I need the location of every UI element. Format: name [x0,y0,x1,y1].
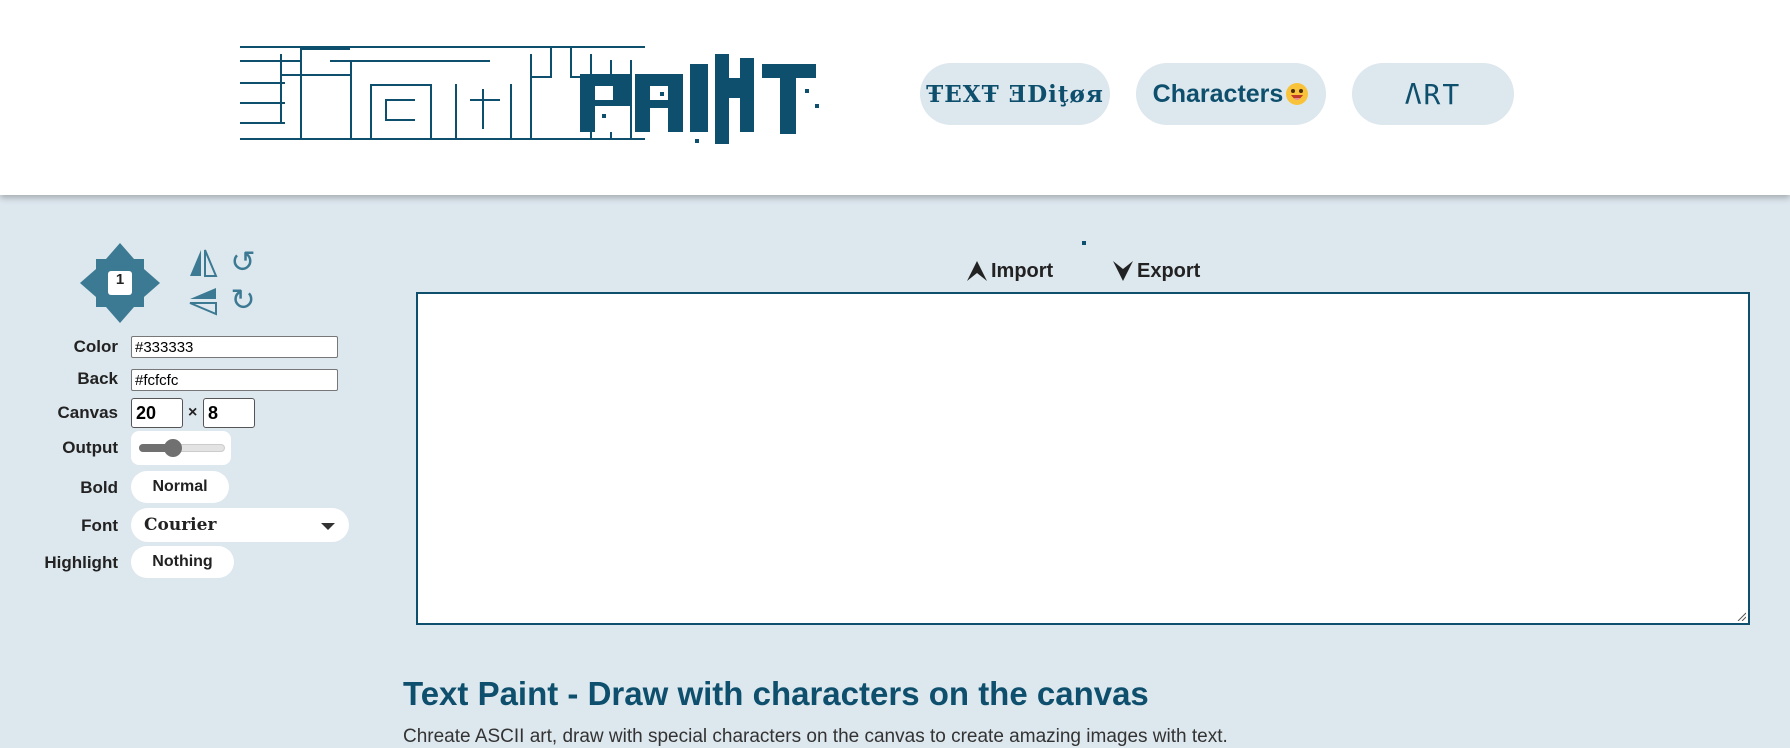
nav-text-editor-label: ŦEXŦ ƎDiţøя [926,80,1104,108]
output-slider-thumb[interactable] [164,439,183,457]
nav-characters-label: Characters [1152,79,1284,108]
back-label: Back [77,369,118,388]
rotate-cw-icon[interactable]: ↻ [228,286,258,316]
smiley-emoji-icon [1286,83,1309,105]
canvas-times-sign: × [188,404,198,421]
rotate-ccw-icon[interactable]: ↺ [228,248,258,278]
export-arrow-icon [1113,261,1133,281]
export-button[interactable]: Export [1111,256,1200,286]
import-button[interactable]: Import [965,256,1053,286]
canvas-width-input[interactable] [131,398,183,428]
flip-vertical-icon[interactable] [188,286,218,316]
color-label: Color [73,337,118,356]
output-label: Output [62,438,118,457]
dpad-up-icon [106,243,134,259]
flip-horizontal-icon[interactable] [188,248,218,278]
import-arrow-icon [967,261,987,281]
brush-size-value: 1 [115,271,125,288]
resize-handle-icon[interactable] [1736,611,1746,621]
font-select-value: Courier [144,515,217,535]
font-label: Font [81,516,118,535]
textpaint-logo[interactable] [240,44,820,152]
output-slider[interactable] [131,431,231,465]
import-label: Import [991,259,1054,282]
dpad-left-icon [80,269,96,297]
nav-art-label: ΛRT [1404,77,1462,111]
chevron-down-icon [321,523,335,530]
canvas-height-input[interactable] [203,398,255,428]
canvas-label: Canvas [57,403,118,422]
page-title: Text Paint - Draw with characters on the… [403,675,1149,712]
bold-label: Bold [80,478,118,497]
highlight-label: Highlight [44,553,118,572]
color-input[interactable] [131,336,338,358]
dpad-right-icon [144,269,160,297]
export-label: Export [1137,259,1201,282]
drawing-canvas[interactable] [416,292,1750,625]
bold-toggle-button[interactable]: Normal [131,471,229,503]
nav-characters[interactable]: Characters [1136,63,1326,125]
nav-art[interactable]: ΛRT [1352,63,1514,125]
site-header: ŦEXŦ ƎDiţøя Characters ΛRT [0,0,1790,195]
font-select[interactable]: Courier [131,508,349,542]
dpad-down-icon [106,307,134,323]
page-description: Chreate ASCII art, draw with special cha… [403,726,1228,747]
status-dot [1082,241,1086,245]
back-color-input[interactable] [131,369,338,391]
highlight-toggle-button[interactable]: Nothing [131,546,234,578]
nav-text-editor[interactable]: ŦEXŦ ƎDiţøя [920,63,1110,125]
